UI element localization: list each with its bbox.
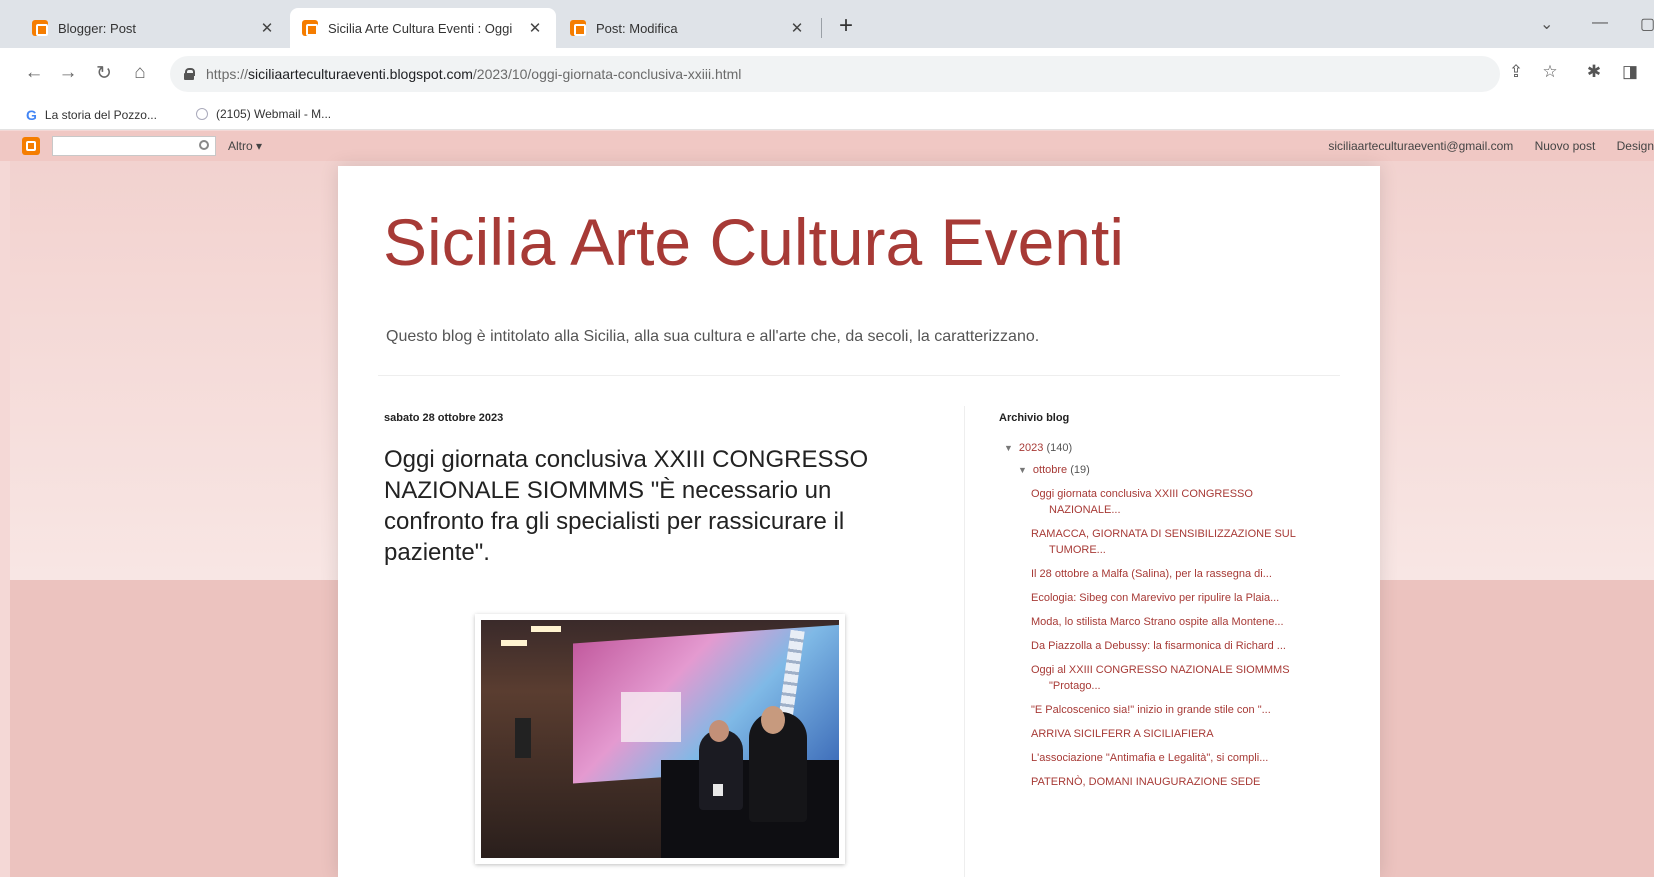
speaker-head bbox=[761, 706, 785, 734]
archive-month-count: (19) bbox=[1070, 464, 1090, 476]
close-icon[interactable]: ✕ bbox=[258, 19, 276, 37]
archive-post-link[interactable]: Moda, lo stilista Marco Strano ospite al… bbox=[1031, 614, 1321, 630]
new-post-link[interactable]: Nuovo post bbox=[1535, 139, 1596, 153]
blogger-favicon-icon bbox=[32, 20, 48, 36]
url-scheme: https:// bbox=[206, 66, 249, 82]
bookmark-label: La storia del Pozzo... bbox=[44, 108, 157, 122]
archive-post-link[interactable]: "E Palcoscenico sia!" inizio in grande s… bbox=[1031, 702, 1321, 718]
close-icon[interactable]: ✕ bbox=[526, 19, 544, 37]
post-image[interactable] bbox=[475, 614, 845, 864]
tab-separator bbox=[821, 18, 822, 38]
url-path: /2023/10/oggi-giornata-conclusiva-xxiii.… bbox=[472, 66, 742, 82]
speaker-head bbox=[709, 720, 729, 742]
header-divider bbox=[378, 375, 1340, 376]
seated-speaker bbox=[699, 730, 743, 810]
ceiling-light bbox=[501, 640, 527, 646]
home-icon[interactable]: ⌂ bbox=[128, 62, 152, 84]
column-divider bbox=[964, 406, 965, 877]
archive-year-count: (140) bbox=[1046, 442, 1073, 454]
tab-title: Sicilia Arte Cultura Eventi : Oggi bbox=[328, 20, 513, 36]
tab-title: Post: Modifica bbox=[596, 20, 678, 36]
google-icon: G bbox=[26, 107, 37, 123]
tab-search-chevron-icon[interactable]: ⌄ bbox=[1540, 14, 1553, 34]
congress-photo bbox=[481, 620, 839, 858]
share-icon[interactable]: ⇪ bbox=[1504, 62, 1528, 82]
archive-post-link[interactable]: PATERNÒ, DOMANI INAUGURAZIONE SEDE bbox=[1031, 774, 1321, 790]
archive-post-list: Oggi giornata conclusiva XXIII CONGRESSO… bbox=[1031, 486, 1321, 798]
reload-icon[interactable]: ↻ bbox=[92, 62, 116, 85]
extensions-puzzle-icon[interactable]: ✱ bbox=[1582, 62, 1606, 82]
close-icon[interactable]: ✕ bbox=[788, 19, 806, 37]
minimize-icon[interactable]: — bbox=[1592, 14, 1608, 32]
bookmark-item[interactable]: G La storia del Pozzo... bbox=[26, 107, 157, 123]
maximize-icon[interactable]: ▢ bbox=[1640, 14, 1654, 34]
archive-month[interactable]: ▼ ottobre (19) bbox=[1018, 464, 1090, 476]
triangle-down-icon[interactable]: ▼ bbox=[1018, 465, 1027, 475]
archive-post-link[interactable]: ARRIVA SICILFERR A SICILIAFIERA bbox=[1031, 726, 1321, 742]
archive-post-link[interactable]: Ecologia: Sibeg con Marevivo per ripulir… bbox=[1031, 590, 1321, 606]
post-title[interactable]: Oggi giornata conclusiva XXIII CONGRESSO… bbox=[384, 444, 884, 568]
sidebar-title: Archivio blog bbox=[999, 412, 1070, 424]
post-date: sabato 28 ottobre 2023 bbox=[384, 412, 504, 424]
account-email[interactable]: siciliaarteculturaeventi@gmail.com bbox=[1328, 139, 1513, 153]
archive-post-link[interactable]: Oggi al XXIII CONGRESSO NAZIONALE SIOMMM… bbox=[1031, 662, 1321, 694]
blogger-logo-icon[interactable] bbox=[22, 137, 40, 155]
archive-year[interactable]: ▼ 2023 (140) bbox=[1004, 442, 1072, 454]
tab-strip: Blogger: Post ✕ Sicilia Arte Cultura Eve… bbox=[0, 0, 1654, 48]
screen-logo bbox=[621, 692, 681, 742]
archive-post-link[interactable]: Il 28 ottobre a Malfa (Salina), per la r… bbox=[1031, 566, 1321, 582]
blog-search-input[interactable] bbox=[52, 136, 216, 156]
browser-toolbar: ← → ↻ ⌂ https://siciliaarteculturaeventi… bbox=[0, 48, 1654, 100]
tab-post-modifica[interactable]: Post: Modifica ✕ bbox=[558, 8, 818, 48]
triangle-down-icon[interactable]: ▼ bbox=[1004, 443, 1013, 453]
archive-post-link[interactable]: Da Piazzolla a Debussy: la fisarmonica d… bbox=[1031, 638, 1321, 654]
archive-post-link[interactable]: L'associazione "Antimafia e Legalità", s… bbox=[1031, 750, 1321, 766]
new-tab-button[interactable]: + bbox=[832, 12, 860, 40]
side-panel-icon[interactable]: ◨ bbox=[1618, 62, 1642, 82]
blogger-navbar: Altro ▾ siciliaarteculturaeventi@gmail.c… bbox=[0, 131, 1654, 161]
blog-description: Questo blog è intitolato alla Sicilia, a… bbox=[386, 328, 1040, 345]
forward-icon[interactable]: → bbox=[56, 62, 80, 84]
more-menu[interactable]: Altro ▾ bbox=[228, 139, 262, 153]
blog-title[interactable]: Sicilia Arte Cultura Eventi bbox=[383, 204, 1124, 280]
globe-icon bbox=[196, 108, 208, 120]
archive-post-link[interactable]: Oggi giornata conclusiva XXIII CONGRESSO… bbox=[1031, 486, 1321, 518]
blogger-favicon-icon bbox=[570, 20, 586, 36]
archive-month-label[interactable]: ottobre bbox=[1033, 464, 1067, 476]
address-bar[interactable]: https://siciliaarteculturaeventi.blogspo… bbox=[170, 56, 1500, 92]
tab-sicilia-arte[interactable]: Sicilia Arte Cultura Eventi : Oggi ✕ bbox=[290, 8, 556, 48]
archive-year-label[interactable]: 2023 bbox=[1019, 442, 1043, 454]
bookmarks-bar: G La storia del Pozzo... (2105) Webmail … bbox=[0, 100, 1654, 130]
url-host: siciliaarteculturaeventi.blogspot.com bbox=[248, 66, 473, 82]
search-icon[interactable] bbox=[199, 140, 209, 150]
tab-blogger-post[interactable]: Blogger: Post ✕ bbox=[20, 8, 288, 48]
back-icon[interactable]: ← bbox=[22, 62, 46, 84]
bookmark-label: (2105) Webmail - M... bbox=[216, 107, 332, 121]
blogger-favicon-icon bbox=[302, 20, 318, 36]
ceiling-light bbox=[531, 626, 561, 632]
bookmark-item[interactable]: (2105) Webmail - M... bbox=[196, 107, 331, 121]
lock-icon[interactable] bbox=[184, 68, 195, 80]
water-glass bbox=[713, 784, 723, 796]
bookmark-star-icon[interactable]: ☆ bbox=[1538, 62, 1562, 82]
navbar-right-links: siciliaarteculturaeventi@gmail.com Nuovo… bbox=[1310, 139, 1654, 153]
standing-person bbox=[515, 718, 531, 758]
tab-title: Blogger: Post bbox=[58, 20, 137, 36]
archive-post-link[interactable]: RAMACCA, GIORNATA DI SENSIBILIZZAZIONE S… bbox=[1031, 526, 1321, 558]
blog-content-card: Sicilia Arte Cultura Eventi Questo blog … bbox=[338, 166, 1380, 877]
design-link[interactable]: Design bbox=[1617, 139, 1654, 153]
